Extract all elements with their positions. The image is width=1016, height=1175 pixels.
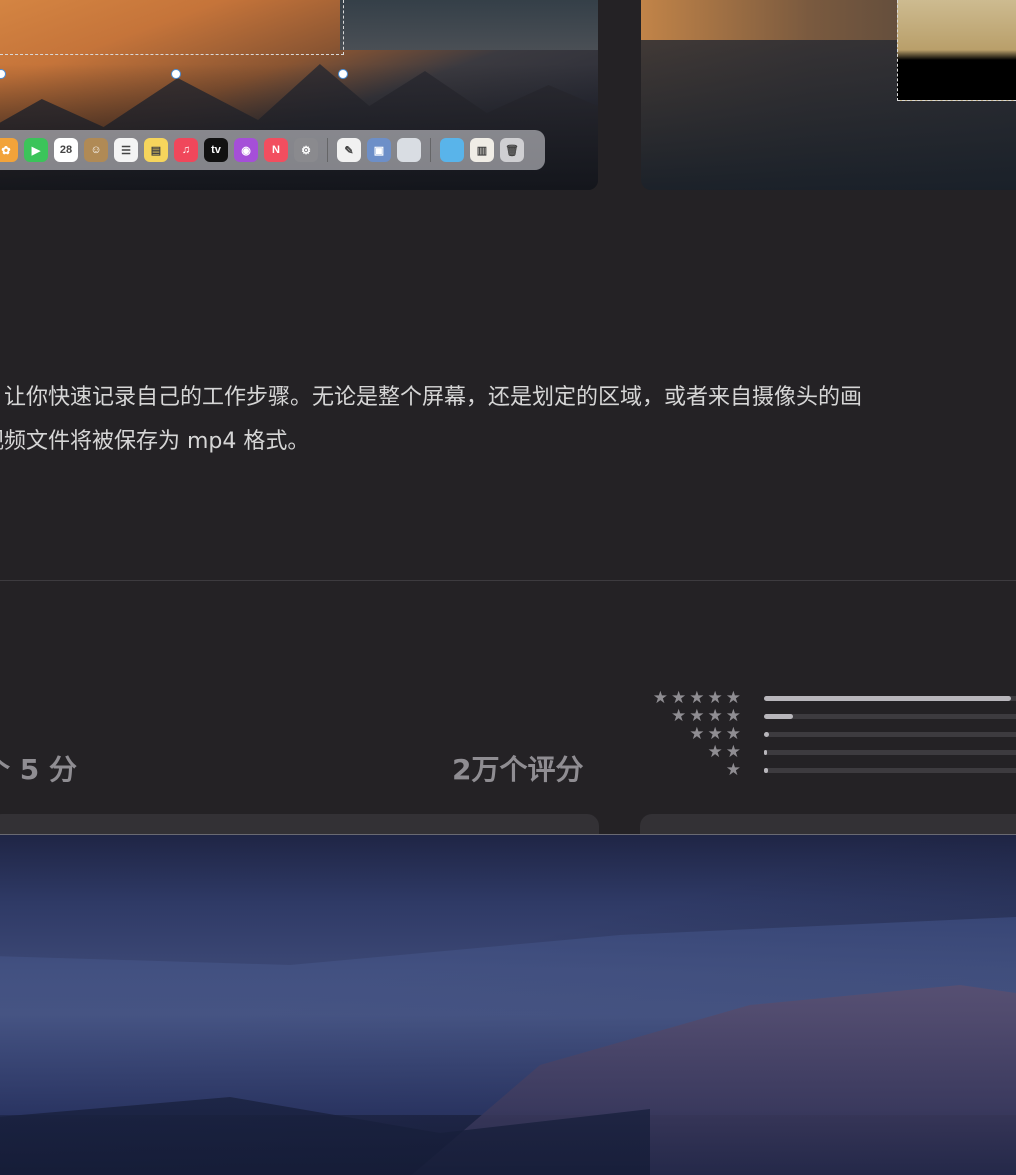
histogram-row: ★★★★ <box>640 707 1016 725</box>
histogram-bar-fill <box>764 767 768 773</box>
selection-handle-bottom <box>171 69 181 79</box>
sky-region <box>340 0 598 50</box>
selection-handle-left <box>0 69 6 79</box>
tv-icon[interactable]: tv <box>204 138 228 162</box>
generic-app-icon[interactable] <box>397 138 421 162</box>
preview-icon[interactable]: ▣ <box>367 138 391 162</box>
document-icon[interactable]: ▥ <box>470 138 494 162</box>
facetime-icon[interactable]: ▶ <box>24 138 48 162</box>
rating-score: 个 5 分 <box>0 753 77 786</box>
histogram-row: ★★ <box>640 743 1016 761</box>
histogram-bar-fill <box>764 713 793 719</box>
histogram-bar <box>764 713 1016 719</box>
recording-preview <box>897 0 1016 101</box>
desktop-wallpaper <box>0 834 1016 1175</box>
settings-icon[interactable]: ⚙ <box>294 138 318 162</box>
photos-icon[interactable]: ✿ <box>0 138 18 162</box>
histogram-bar-fill <box>764 731 769 737</box>
selection-handle-corner <box>338 69 348 79</box>
screenshot-1[interactable]: ✿ ▶ 28 ☺ ☰ ▤ ♫ tv ◉ N ⚙ ✎ ▣ ▥ 🗑 <box>0 0 598 190</box>
star-label: ★★★ <box>689 724 744 744</box>
description-line-2: 视频文件将被保存为 mp4 格式。 <box>0 429 310 454</box>
histogram-row: ★ <box>640 761 1016 779</box>
dock-separator <box>327 138 328 162</box>
contacts-icon[interactable]: ☺ <box>84 138 108 162</box>
histogram-bar <box>764 695 1016 701</box>
star-label: ★★★★ <box>671 706 744 726</box>
histogram-bar-fill <box>764 695 1011 701</box>
star-label: ★ <box>725 760 744 780</box>
textedit-icon[interactable]: ✎ <box>337 138 361 162</box>
histogram-row: ★★★★★ <box>640 689 1016 707</box>
dock: ✿ ▶ 28 ☺ ☰ ▤ ♫ tv ◉ N ⚙ ✎ ▣ ▥ 🗑 <box>0 130 545 170</box>
description-line-1: 让你快速记录自己的工作步骤。无论是整个屏幕，还是划定的区域，或者来自摄像头的画 <box>4 385 863 410</box>
histogram-bar <box>764 749 1016 755</box>
rating-histogram: ★★★★★ ★★★★ ★★★ ★★ ★ <box>640 689 1016 779</box>
news-icon[interactable]: N <box>264 138 288 162</box>
folder-icon[interactable] <box>440 138 464 162</box>
dock-separator <box>430 138 431 162</box>
app-description: ，让你快速记录自己的工作步骤。无论是整个屏幕，还是划定的区域，或者来自摄像头的画… <box>0 376 1016 464</box>
trash-icon[interactable]: 🗑 <box>500 138 524 162</box>
reminders-icon[interactable]: ☰ <box>114 138 138 162</box>
notes-icon[interactable]: ▤ <box>144 138 168 162</box>
rating-count: 2万个评分 <box>452 753 584 786</box>
music-icon[interactable]: ♫ <box>174 138 198 162</box>
calendar-icon[interactable]: 28 <box>54 138 78 162</box>
histogram-bar-fill <box>764 749 767 755</box>
podcasts-icon[interactable]: ◉ <box>234 138 258 162</box>
selection-box <box>0 0 344 55</box>
star-label: ★★ <box>707 742 744 762</box>
section-divider <box>0 580 1016 581</box>
star-label: ★★★★★ <box>652 688 744 708</box>
screenshot-2[interactable] <box>641 0 1016 190</box>
histogram-row: ★★★ <box>640 725 1016 743</box>
histogram-bar <box>764 731 1016 737</box>
histogram-bar <box>764 767 1016 773</box>
